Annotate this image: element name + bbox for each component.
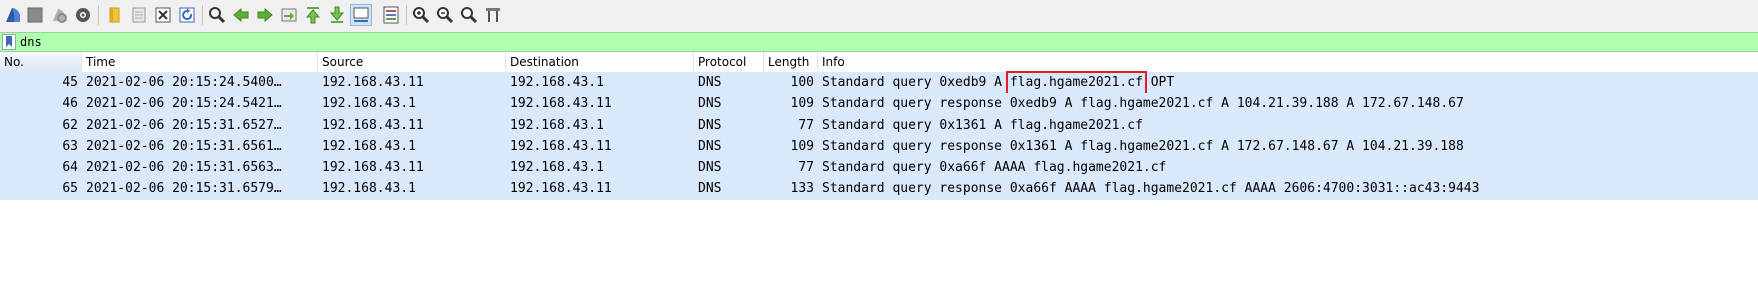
cell-no: 64	[62, 160, 78, 176]
info-text: Standard query 0xedb9 A	[822, 75, 1010, 90]
table-row[interactable]: 65 2021-02-06 20:15:31.6579… 192.168.43.…	[0, 178, 1758, 200]
cell-info: Standard query 0xedb9 A flag.hgame2021.c…	[818, 71, 1758, 95]
start-capture-icon[interactable]	[2, 4, 24, 26]
close-file-icon[interactable]	[152, 4, 174, 26]
table-row[interactable]: 45 2021-02-06 20:15:24.5400… 192.168.43.…	[0, 71, 1758, 95]
cell-no: 65	[62, 181, 78, 197]
zoom-out-icon[interactable]	[434, 4, 456, 26]
highlighted-domain: flag.hgame2021.cf	[1005, 71, 1147, 95]
cell-length: 100	[790, 75, 814, 90]
cell-no: 63	[62, 138, 78, 154]
cell-info: Standard query 0x1361 A flag.hgame2021.c…	[822, 117, 1143, 133]
cell-source: 192.168.43.1	[322, 96, 416, 112]
cell-source: 192.168.43.11	[322, 75, 424, 90]
resize-columns-icon[interactable]	[482, 4, 504, 26]
capture-options-icon[interactable]	[72, 4, 94, 26]
info-text: OPT	[1142, 75, 1175, 90]
cell-time: 2021-02-06 20:15:31.6563…	[86, 160, 282, 176]
cell-protocol: DNS	[698, 96, 722, 112]
cell-destination: 192.168.43.1	[510, 75, 604, 90]
go-to-packet-icon[interactable]	[278, 4, 300, 26]
column-header-length[interactable]: Length	[764, 52, 818, 72]
reload-file-icon[interactable]	[176, 4, 198, 26]
cell-protocol: DNS	[698, 181, 722, 197]
cell-time: 2021-02-06 20:15:31.6579…	[86, 181, 282, 197]
cell-protocol: DNS	[698, 75, 722, 90]
autoscroll-icon[interactable]	[350, 4, 372, 26]
column-header-time[interactable]: Time	[82, 52, 318, 72]
cell-source: 192.168.43.1	[322, 138, 416, 154]
cell-destination: 192.168.43.11	[510, 138, 612, 154]
column-header-protocol[interactable]: Protocol	[694, 52, 764, 72]
cell-length: 77	[798, 117, 814, 133]
cell-source: 192.168.43.1	[322, 181, 416, 197]
restart-capture-icon[interactable]	[48, 4, 70, 26]
bookmark-icon[interactable]	[2, 34, 16, 50]
cell-time: 2021-02-06 20:15:24.5421…	[86, 96, 282, 112]
cell-protocol: DNS	[698, 117, 722, 133]
display-filter-input[interactable]	[20, 34, 1750, 50]
go-back-icon[interactable]	[230, 4, 252, 26]
cell-length: 77	[798, 160, 814, 176]
cell-info: Standard query 0xa66f AAAA flag.hgame202…	[822, 160, 1167, 176]
normal-size-icon[interactable]	[458, 4, 480, 26]
cell-info: Standard query response 0x1361 A flag.hg…	[822, 138, 1464, 154]
cell-no: 45	[62, 75, 78, 90]
zoom-in-icon[interactable]	[410, 4, 432, 26]
go-first-packet-icon[interactable]	[302, 4, 324, 26]
cell-destination: 192.168.43.11	[510, 181, 612, 197]
packet-list: 45 2021-02-06 20:15:24.5400… 192.168.43.…	[0, 71, 1758, 200]
column-header-destination[interactable]: Destination	[506, 52, 694, 72]
cell-length: 109	[790, 96, 814, 112]
table-row[interactable]: 63 2021-02-06 20:15:31.6561… 192.168.43.…	[0, 135, 1758, 158]
cell-source: 192.168.43.11	[322, 160, 424, 176]
column-header-source[interactable]: Source	[318, 52, 506, 72]
open-file-icon[interactable]	[104, 4, 126, 26]
cell-no: 46	[62, 96, 78, 112]
table-row[interactable]: 64 2021-02-06 20:15:31.6563… 192.168.43.…	[0, 157, 1758, 179]
cell-info: Standard query response 0xedb9 A flag.hg…	[822, 96, 1464, 112]
table-row[interactable]: 62 2021-02-06 20:15:31.6527… 192.168.43.…	[0, 114, 1758, 136]
cell-protocol: DNS	[698, 138, 722, 154]
cell-destination: 192.168.43.1	[510, 160, 604, 176]
column-header-info[interactable]: Info	[818, 52, 1758, 72]
main-toolbar	[0, 0, 1758, 33]
display-filter-bar	[0, 32, 1758, 52]
cell-time: 2021-02-06 20:15:24.5400…	[86, 75, 282, 90]
find-packet-icon[interactable]	[206, 4, 228, 26]
cell-no: 62	[62, 117, 78, 133]
packet-list-header: No. Time Source Destination Protocol Len…	[0, 52, 1758, 73]
column-header-no[interactable]: No.	[0, 52, 82, 72]
go-forward-icon[interactable]	[254, 4, 276, 26]
cell-source: 192.168.43.11	[322, 117, 424, 133]
colorize-icon[interactable]	[380, 4, 402, 26]
cell-destination: 192.168.43.1	[510, 117, 604, 133]
cell-length: 109	[790, 138, 814, 154]
cell-length: 133	[790, 181, 814, 197]
cell-info: Standard query response 0xa66f AAAA flag…	[822, 181, 1480, 197]
cell-time: 2021-02-06 20:15:31.6527…	[86, 117, 282, 133]
cell-destination: 192.168.43.11	[510, 96, 612, 112]
go-last-packet-icon[interactable]	[326, 4, 348, 26]
cell-time: 2021-02-06 20:15:31.6561…	[86, 138, 282, 154]
save-file-icon[interactable]	[128, 4, 150, 26]
cell-protocol: DNS	[698, 160, 722, 176]
table-row[interactable]: 46 2021-02-06 20:15:24.5421… 192.168.43.…	[0, 93, 1758, 115]
stop-capture-icon[interactable]	[24, 4, 46, 26]
